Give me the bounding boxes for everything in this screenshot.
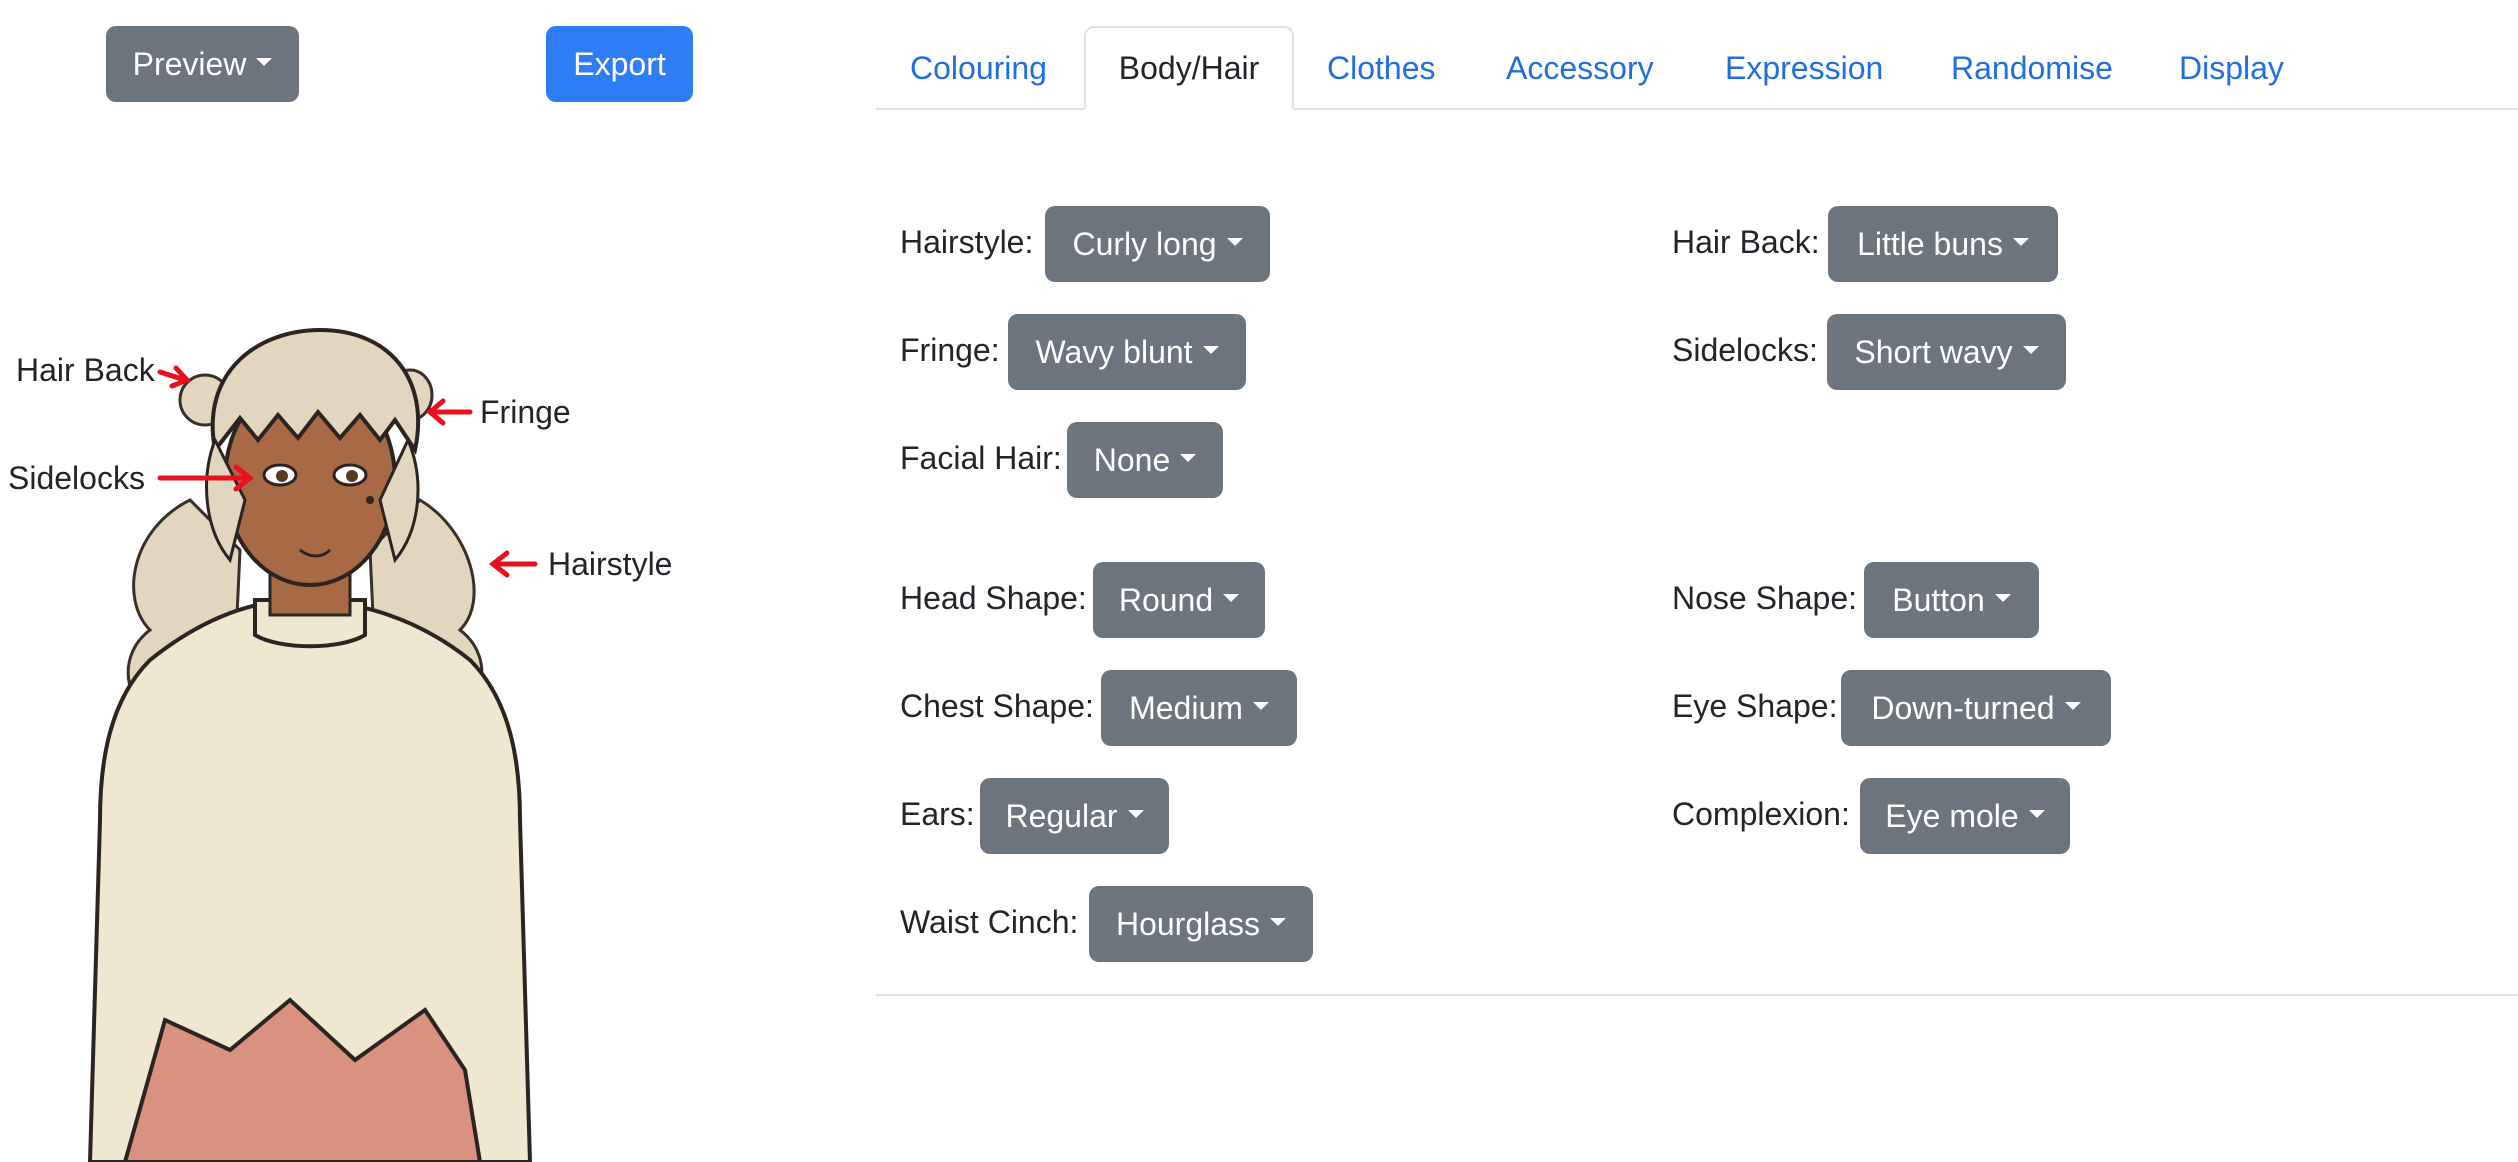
- chevron-down-icon: [2064, 702, 2081, 710]
- tab-colouring[interactable]: Colouring: [910, 28, 1047, 108]
- chest-shape-dropdown[interactable]: Medium: [1101, 670, 1297, 746]
- hair-back-label: Hair Back:: [1672, 224, 1820, 260]
- head-shape-dropdown[interactable]: Round: [1093, 562, 1265, 638]
- tab-expression[interactable]: Expression: [1725, 28, 1883, 108]
- head-shape-value: Round: [1118, 581, 1214, 618]
- chevron-down-icon: [256, 58, 273, 66]
- preview-dropdown-button[interactable]: Preview: [106, 26, 299, 102]
- export-button[interactable]: Export: [546, 26, 693, 102]
- facial-hair-label: Facial Hair:: [900, 440, 1062, 476]
- nose-shape-dropdown[interactable]: Button: [1864, 562, 2039, 638]
- facial-hair-dropdown[interactable]: None: [1067, 422, 1223, 498]
- chevron-down-icon: [1994, 594, 2011, 602]
- chevron-down-icon: [1180, 454, 1197, 462]
- sidelocks-label: Sidelocks:: [1672, 332, 1818, 368]
- head-shape-label: Head Shape:: [900, 580, 1087, 616]
- eye-mole: [366, 496, 374, 504]
- tab-randomise[interactable]: Randomise: [1951, 28, 2113, 108]
- eye-shape-dropdown[interactable]: Down-turned: [1841, 670, 2111, 746]
- ears-dropdown[interactable]: Regular: [980, 778, 1169, 854]
- facial-hair-value: None: [1093, 441, 1171, 478]
- ears-value: Regular: [1005, 797, 1118, 834]
- chest-shape-label: Chest Shape:: [900, 688, 1094, 724]
- nose-shape-label: Nose Shape:: [1672, 580, 1858, 616]
- chevron-down-icon: [2012, 238, 2029, 246]
- annotation-sidelocks: Sidelocks: [8, 460, 145, 496]
- annotation-fringe: Fringe: [480, 394, 571, 430]
- preview-label: Preview: [132, 45, 247, 82]
- annotation-hairstyle: Hairstyle: [548, 546, 673, 582]
- tab-accessory[interactable]: Accessory: [1506, 28, 1654, 108]
- hairstyle-value: Curly long: [1072, 225, 1217, 262]
- character-preview: [87, 327, 538, 1162]
- tab-clothes[interactable]: Clothes: [1327, 28, 1436, 108]
- tab-body-hair[interactable]: Body/Hair: [1084, 26, 1294, 110]
- hair-back-dropdown[interactable]: Little buns: [1828, 206, 2058, 282]
- waist-cinch-value: Hourglass: [1115, 905, 1261, 942]
- complexion-dropdown[interactable]: Eye mole: [1860, 778, 2070, 854]
- hairstyle-label: Hairstyle:: [900, 224, 1034, 260]
- chevron-down-icon: [1270, 918, 1287, 926]
- annotation-hair-back: Hair Back: [16, 352, 155, 388]
- complexion-value: Eye mole: [1885, 797, 2019, 834]
- chest-shape-value: Medium: [1129, 689, 1243, 726]
- nose-shape-value: Button: [1892, 581, 1985, 618]
- eye-shape-label: Eye Shape:: [1672, 688, 1838, 724]
- waist-cinch-label: Waist Cinch:: [900, 904, 1079, 940]
- fringe-label: Fringe:: [900, 332, 1000, 368]
- complexion-label: Complexion:: [1672, 796, 1850, 832]
- panel-bottom-divider: [876, 994, 2518, 996]
- chevron-down-icon: [1223, 594, 1240, 602]
- sidelocks-dropdown[interactable]: Short wavy: [1827, 314, 2066, 390]
- ears-label: Ears:: [900, 796, 975, 832]
- skirt: [122, 997, 483, 1162]
- tab-display[interactable]: Display: [2179, 28, 2284, 108]
- chevron-down-icon: [1127, 810, 1144, 818]
- chevron-down-icon: [1226, 238, 1243, 246]
- eye-shape-value: Down-turned: [1871, 689, 2055, 726]
- chevron-down-icon: [2028, 810, 2045, 818]
- waist-cinch-dropdown[interactable]: Hourglass: [1089, 886, 1313, 962]
- chevron-down-icon: [2022, 346, 2039, 354]
- chevron-down-icon: [1252, 702, 1269, 710]
- fringe-value: Wavy blunt: [1035, 333, 1193, 370]
- hair-back-value: Little buns: [1857, 225, 2003, 262]
- fringe-dropdown[interactable]: Wavy blunt: [1008, 314, 1246, 390]
- chevron-down-icon: [1202, 346, 1219, 354]
- hairstyle-dropdown[interactable]: Curly long: [1045, 206, 1270, 282]
- sidelocks-value: Short wavy: [1854, 333, 2013, 370]
